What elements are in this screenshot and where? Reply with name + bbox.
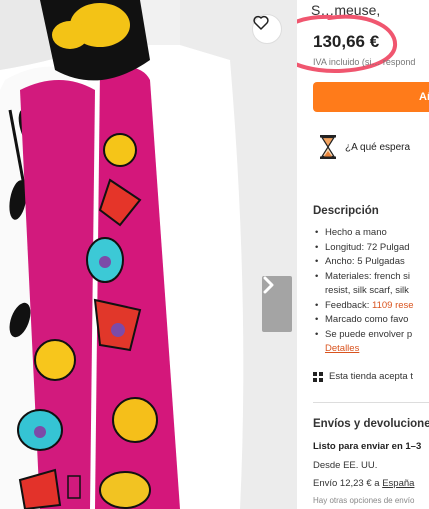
destination-link[interactable]: España — [382, 478, 414, 489]
listing-info-panel: S…meuse, 130,66 € IVA incluido (si… resp… — [297, 0, 429, 509]
favorite-button[interactable] — [252, 14, 282, 44]
list-item: • Feedback: 1109 rese — [315, 299, 414, 311]
vat-note: IVA incluido (si… respond — [313, 57, 416, 67]
shipping-cost: Envío 12,23 € a España — [313, 478, 415, 489]
price: 130,66 € — [313, 32, 380, 51]
scarf-photo — [0, 0, 297, 509]
add-to-cart-button[interactable]: Añ — [313, 82, 429, 112]
add-to-cart-label: Añ — [419, 91, 429, 103]
shipping-question: ¿A qué espera — [319, 134, 410, 160]
ships-from: Desde EE. UU. — [313, 460, 378, 471]
list-item: • Longitud: 72 Pulgad — [315, 241, 410, 253]
heart-icon — [253, 15, 269, 30]
other-shipping-options: Hay otras opciones de envío — [313, 496, 415, 505]
list-item-continued: resist, silk scarf, silk — [325, 285, 409, 296]
product-image[interactable] — [0, 0, 297, 509]
list-item: • Marcado como favo — [315, 314, 409, 325]
ready-to-ship: Listo para enviar en 1–3 — [313, 441, 422, 452]
divider — [313, 402, 429, 403]
feedback-link[interactable]: 1109 rese — [372, 300, 414, 311]
details-link[interactable]: Detalles — [325, 343, 359, 354]
hourglass-icon — [320, 135, 336, 159]
list-item: • Ancho: 5 Pulgadas — [315, 256, 405, 267]
list-item: • Materiales: french si — [315, 270, 411, 282]
payment-grid-icon — [313, 371, 323, 382]
list-item: • Hecho a mano — [315, 227, 387, 238]
description-heading: Descripción — [313, 205, 379, 217]
list-item: • Se puede envolver p — [315, 328, 413, 340]
payments-note: Esta tienda acepta t — [313, 371, 413, 382]
chevron-right-icon — [263, 276, 274, 294]
details-row: Detalles — [315, 342, 429, 357]
description-list: • Hecho a mano • Longitud: 72 Pulgad • Anch… — [315, 226, 429, 357]
next-image-button[interactable] — [262, 276, 292, 332]
shipping-question-text: ¿A qué espera — [345, 141, 411, 153]
shipping-heading[interactable]: Envíos y devolucione — [313, 418, 429, 430]
payments-text: Esta tienda acepta t — [329, 371, 413, 382]
